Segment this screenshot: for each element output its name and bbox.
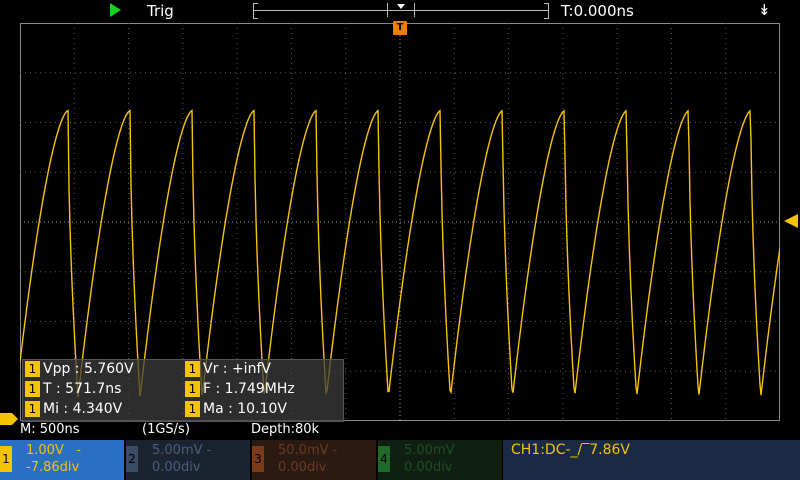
sample-rate-readout: (1GS/s): [142, 422, 190, 437]
measurement-text: Vpp : 5.760V: [43, 361, 134, 377]
ch4-offset: 0.00div: [404, 460, 453, 475]
trigger-position-icon: [397, 4, 405, 9]
trigger-info-text: CH1:DC-_/‾7.86V: [511, 442, 630, 458]
measurement-frequency: 1F : 1.749MHz: [185, 381, 295, 399]
acquisition-status: M: 500ns (1GS/s) Depth:80k: [0, 422, 800, 438]
measurement-text: F : 1.749MHz: [203, 381, 295, 397]
run-state-icon[interactable]: [110, 3, 121, 17]
ch1-scale: 1.00V -: [26, 443, 81, 458]
ch3-offset: 0.00div: [278, 460, 327, 475]
memory-depth-readout: Depth:80k: [251, 422, 320, 437]
ch1-number: 1: [0, 446, 12, 472]
measurement-text: Mi : 4.340V: [43, 401, 123, 417]
measurement-vpp: 1 Vpp : 5.760V: [25, 361, 134, 379]
ch3-settings[interactable]: 3 50.0mV - 0.00div: [252, 440, 376, 480]
ch1-badge: 1: [185, 381, 200, 397]
memory-bar-right-cap: [544, 3, 549, 19]
ch3-scale: 50.0mV -: [278, 443, 338, 458]
top-bar: Trig T:0.000ns ↡: [0, 0, 800, 22]
ch2-scale: 5.00mV -: [152, 443, 212, 458]
trigger-position-marker[interactable]: T: [393, 21, 407, 35]
ch2-offset: 0.00div: [152, 460, 201, 475]
ch1-offset: -7.86div: [26, 460, 80, 475]
ch1-badge: 1: [25, 401, 40, 417]
ch1-badge: 1: [185, 401, 200, 417]
memory-bar-left-cap: [253, 3, 258, 19]
ch2-number: 2: [126, 446, 138, 472]
measurement-text: Vr : +infV: [203, 361, 271, 377]
trigger-settings[interactable]: CH1:DC-_/‾7.86V: [503, 440, 800, 480]
ch1-trace: [20, 109, 780, 398]
measurement-period: 1T : 571.7ns: [25, 381, 121, 399]
ch1-settings[interactable]: 1 1.00V - -7.86div: [0, 440, 124, 480]
ch4-settings[interactable]: 4 5.00mV 0.00div: [378, 440, 502, 480]
channel-strip: 1 1.00V - -7.86div 2 5.00mV - 0.00div 3 …: [0, 438, 800, 480]
usb-icon: ↡: [758, 1, 771, 19]
memory-position-bar[interactable]: [253, 3, 549, 19]
measurement-min: 1 Mi : 4.340V: [25, 401, 122, 419]
ch4-number: 4: [378, 446, 390, 472]
ch2-settings[interactable]: 2 5.00mV - 0.00div: [126, 440, 250, 480]
measurement-max: 1 Ma : 10.10V: [185, 401, 287, 419]
trigger-status-label: Trig: [147, 2, 174, 20]
trigger-level-marker[interactable]: [784, 214, 798, 228]
ch1-badge: 1: [185, 361, 200, 377]
ch1-badge: 1: [25, 361, 40, 377]
measurement-text: T : 571.7ns: [43, 381, 122, 397]
time-offset-readout: T:0.000ns: [561, 2, 634, 20]
ch1-badge: 1: [25, 381, 40, 397]
timebase-readout: M: 500ns: [20, 422, 80, 437]
measurement-panel: 1 Vpp : 5.760V 1 Vr : +infV 1T : 571.7ns 1…: [22, 359, 344, 422]
measurement-vr: 1 Vr : +infV: [185, 361, 271, 379]
ch4-scale: 5.00mV: [404, 443, 455, 458]
measurement-text: Ma : 10.10V: [203, 401, 287, 417]
ch3-number: 3: [252, 446, 264, 472]
